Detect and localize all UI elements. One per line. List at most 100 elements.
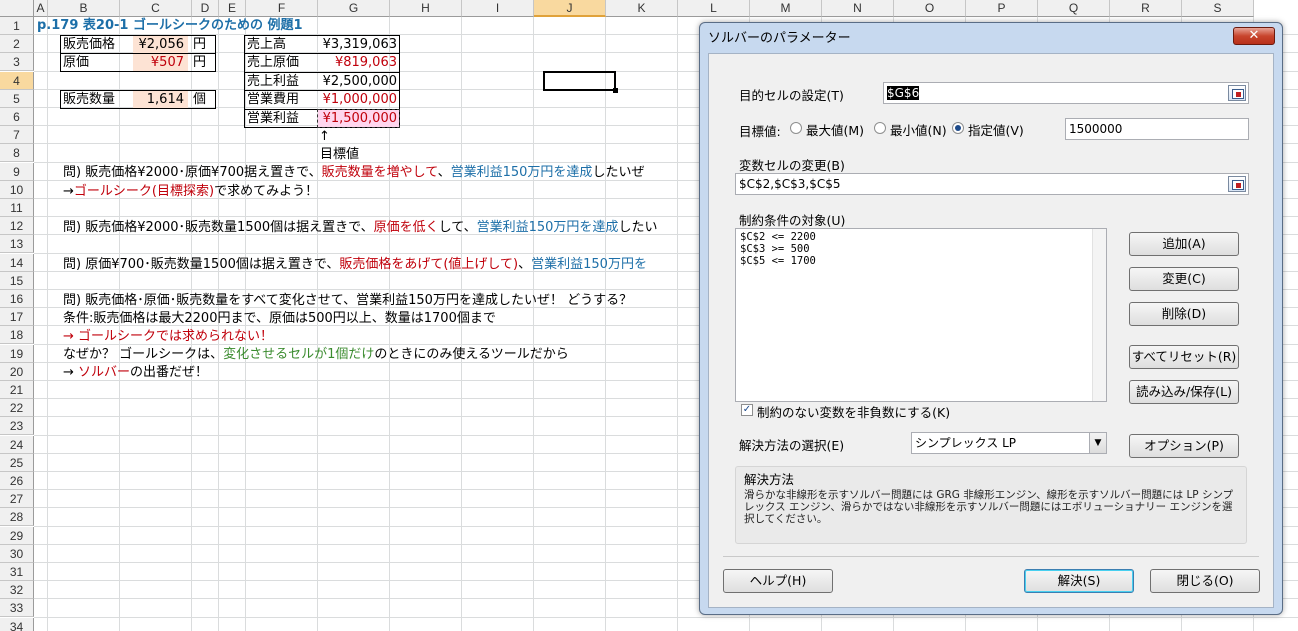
select-all-corner[interactable]	[0, 0, 34, 17]
row-header-15[interactable]: 15	[0, 271, 34, 290]
row-header-23[interactable]: 23	[0, 417, 34, 436]
dialog-title: ソルバーのパラメーター	[708, 30, 851, 45]
column-header-n[interactable]: N	[822, 0, 894, 17]
value-of-input[interactable]: 1500000	[1065, 118, 1249, 140]
range-picker-icon[interactable]	[1228, 85, 1246, 101]
radio-max[interactable]	[790, 122, 802, 134]
method-label: 解決方法の選択(E)	[739, 438, 845, 453]
delete-button[interactable]: 削除(D)	[1129, 302, 1239, 326]
row-header-6[interactable]: 6	[0, 108, 34, 126]
row-header-19[interactable]: 19	[0, 344, 34, 363]
row-header-14[interactable]: 14	[0, 253, 34, 272]
column-header-g[interactable]: G	[318, 0, 390, 17]
constraints-list[interactable]: $C$2 <= 2200 $C$3 >= 500 $C$5 <= 1700	[735, 228, 1107, 402]
cost-value[interactable]: ¥507	[120, 54, 184, 72]
row-header-20[interactable]: 20	[0, 362, 34, 381]
row-header-1[interactable]: 1	[0, 17, 34, 35]
objective-input[interactable]: $G$6	[883, 82, 1249, 104]
row-header-26[interactable]: 26	[0, 472, 34, 490]
constraint-item[interactable]: $C$5 <= 1700	[740, 255, 1102, 267]
constraint-item[interactable]: $C$2 <= 2200	[740, 231, 1102, 243]
row-header-3[interactable]: 3	[0, 53, 34, 72]
row-header-30[interactable]: 30	[0, 544, 34, 563]
help-button[interactable]: ヘルプ(H)	[723, 569, 833, 593]
row-header-9[interactable]: 9	[0, 162, 34, 181]
row-header-31[interactable]: 31	[0, 563, 34, 581]
column-header-q[interactable]: Q	[1038, 0, 1110, 17]
column-header-o[interactable]: O	[894, 0, 966, 17]
row-header-24[interactable]: 24	[0, 435, 34, 454]
active-cell-j4[interactable]	[543, 71, 618, 93]
row-header-22[interactable]: 22	[0, 399, 34, 418]
row-header-18[interactable]: 18	[0, 326, 34, 345]
constraints-label: 制約条件の対象(U)	[739, 213, 846, 228]
column-header-c[interactable]: C	[120, 0, 192, 17]
dialog-body: 目的セルの設定(T) $G$6 目標値: 最大値(M) 最小値(N) 指定値(V…	[708, 53, 1274, 608]
row-header-33[interactable]: 33	[0, 599, 34, 618]
row-header-2[interactable]: 2	[0, 35, 34, 54]
radio-min[interactable]	[874, 122, 886, 134]
row-header-27[interactable]: 27	[0, 490, 34, 509]
row-header-10[interactable]: 10	[0, 180, 34, 199]
column-header-j[interactable]: J	[534, 0, 606, 17]
reset-all-button[interactable]: すべてリセット(R)	[1129, 345, 1239, 369]
row-header-7[interactable]: 7	[0, 126, 34, 145]
column-header-b[interactable]: B	[48, 0, 120, 17]
row-header-5[interactable]: 5	[0, 89, 34, 108]
row-header-21[interactable]: 21	[0, 381, 34, 399]
method-description-box: 解決方法 滑らかな非線形を示すソルバー問題には GRG 非線形エンジン、線形を示…	[735, 466, 1247, 544]
add-button[interactable]: 追加(A)	[1129, 232, 1239, 256]
row-header-4[interactable]: 4	[0, 71, 34, 90]
gross-label: 売上利益	[247, 74, 300, 89]
change-button[interactable]: 変更(C)	[1129, 267, 1239, 291]
radio-value-of[interactable]	[952, 122, 964, 134]
sales-value[interactable]: ¥3,319,063	[318, 36, 397, 54]
row-header-28[interactable]: 28	[0, 508, 34, 527]
row-header-8[interactable]: 8	[0, 144, 34, 163]
close-button[interactable]: 閉じる(O)	[1150, 569, 1260, 593]
row-header-16[interactable]: 16	[0, 290, 34, 308]
column-header-d[interactable]: D	[192, 0, 219, 17]
column-header-a[interactable]: A	[34, 0, 48, 17]
column-header-k[interactable]: K	[606, 0, 678, 17]
row-header-12[interactable]: 12	[0, 217, 34, 236]
close-icon[interactable]: ✕	[1233, 27, 1275, 45]
qty-value[interactable]: 1,614	[120, 91, 184, 109]
column-header-m[interactable]: M	[750, 0, 822, 17]
nonneg-label: 制約のない変数を非負数にする(K)	[757, 405, 951, 420]
changing-cells-input[interactable]: $C$2,$C$3,$C$5	[735, 173, 1249, 195]
nonneg-checkbox[interactable]: ✓	[741, 404, 753, 416]
constraints-scrollbar[interactable]	[1092, 229, 1106, 401]
method-select[interactable]: シンプレックス LP ▼	[911, 432, 1107, 454]
cost-unit: 円	[193, 55, 207, 70]
row-header-34[interactable]: 34	[0, 617, 34, 631]
row-header-25[interactable]: 25	[0, 453, 34, 472]
gross-value[interactable]: ¥2,500,000	[318, 73, 397, 91]
column-header-r[interactable]: R	[1110, 0, 1182, 17]
price-value[interactable]: ¥2,056	[120, 36, 185, 54]
opex-value[interactable]: ¥1,000,000	[318, 91, 397, 109]
radio-value-of-label: 指定値(V)	[968, 123, 1024, 138]
row-header-29[interactable]: 29	[0, 526, 34, 545]
cogs-value[interactable]: ¥819,063	[318, 54, 397, 72]
row-header-13[interactable]: 13	[0, 235, 34, 254]
row-header-11[interactable]: 11	[0, 199, 34, 217]
column-header-s[interactable]: S	[1182, 0, 1254, 17]
op-profit-value[interactable]: ¥1,500,000	[318, 110, 397, 128]
row-header-32[interactable]: 32	[0, 581, 34, 600]
load-save-button[interactable]: 読み込み/保存(L)	[1129, 380, 1239, 404]
range-picker-icon[interactable]	[1228, 176, 1246, 192]
column-header-i[interactable]: I	[462, 0, 534, 17]
constraint-item[interactable]: $C$3 >= 500	[740, 243, 1102, 255]
chevron-down-icon[interactable]: ▼	[1089, 433, 1106, 453]
row-header-17[interactable]: 17	[0, 308, 34, 327]
solve-button[interactable]: 解決(S)	[1024, 569, 1134, 593]
row19-text: なぜか？ ゴールシークは、変化させるセルが1個だけのときにのみ使えるツールだから	[63, 347, 569, 362]
column-header-p[interactable]: P	[966, 0, 1038, 17]
column-header-h[interactable]: H	[390, 0, 462, 17]
options-button[interactable]: オプション(P)	[1129, 434, 1239, 458]
row20-text: → ソルバーの出番だぜ！	[63, 365, 209, 380]
column-header-f[interactable]: F	[246, 0, 318, 17]
column-header-e[interactable]: E	[219, 0, 246, 17]
column-header-l[interactable]: L	[678, 0, 750, 17]
